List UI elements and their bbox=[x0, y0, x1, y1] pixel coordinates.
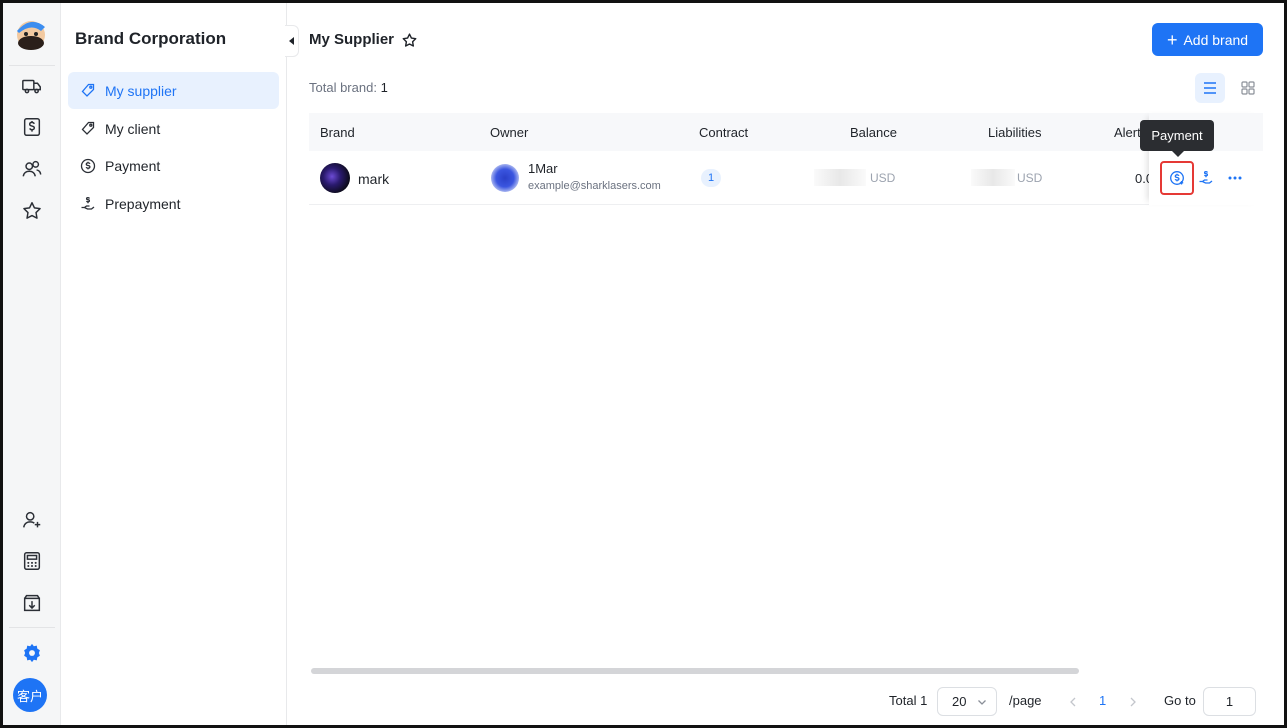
col-owner: Owner bbox=[490, 125, 529, 140]
balance-currency: USD bbox=[870, 171, 896, 185]
chevron-down-icon bbox=[978, 700, 986, 705]
horizontal-scrollbar[interactable] bbox=[311, 668, 1079, 674]
star-icon[interactable] bbox=[17, 196, 47, 226]
app-logo[interactable] bbox=[11, 13, 51, 53]
org-title: Brand Corporation bbox=[75, 29, 227, 48]
current-page[interactable]: 1 bbox=[1099, 693, 1106, 721]
nav-item-my-client[interactable]: My client bbox=[68, 110, 279, 147]
pagination-total: Total 1 bbox=[889, 693, 928, 708]
owner-avatar bbox=[491, 164, 519, 192]
total-brand-label: Total brand: bbox=[309, 80, 377, 95]
gear-icon[interactable] bbox=[17, 638, 47, 668]
nav-item-label: My supplier bbox=[105, 82, 177, 99]
grid-icon bbox=[1241, 81, 1255, 95]
owner-name: 1Mar bbox=[528, 161, 558, 176]
more-actions-button[interactable] bbox=[1222, 165, 1248, 191]
goto-page-input[interactable] bbox=[1203, 687, 1256, 716]
goto-label: Go to bbox=[1164, 693, 1196, 708]
brand-avatar bbox=[320, 163, 350, 193]
user-avatar[interactable]: 客户 bbox=[13, 678, 47, 712]
add-brand-button[interactable]: + Add brand bbox=[1152, 23, 1263, 56]
next-page-icon[interactable] bbox=[1128, 696, 1138, 708]
owner-email: example@sharklasers.com bbox=[528, 180, 661, 192]
main-content: My Supplier + Add brand Total brand: 1 B… bbox=[288, 3, 1284, 725]
page-title: My Supplier bbox=[309, 31, 395, 48]
nav-item-label: My client bbox=[105, 120, 161, 137]
calculator-icon[interactable] bbox=[17, 546, 47, 576]
hand-dollar-icon bbox=[1199, 171, 1213, 184]
col-alert: Alert bbox=[1114, 125, 1141, 140]
user-add-icon[interactable] bbox=[17, 505, 47, 535]
prepayment-action-button[interactable] bbox=[1193, 165, 1219, 191]
table-header: Brand Owner Contract Balance Liabilities… bbox=[309, 113, 1263, 151]
nav-item-payment[interactable]: Payment bbox=[68, 147, 279, 184]
nav-item-prepayment[interactable]: Prepayment bbox=[68, 185, 279, 222]
ellipsis-icon bbox=[1228, 176, 1242, 180]
col-contract: Contract bbox=[699, 125, 749, 140]
liabilities-currency: USD bbox=[1017, 171, 1043, 185]
prev-page-icon[interactable] bbox=[1068, 696, 1078, 708]
page-size-select[interactable]: 20 bbox=[937, 687, 997, 716]
nav-item-label: Prepayment bbox=[105, 195, 181, 212]
page-size-value: 20 bbox=[952, 694, 967, 709]
total-brand-count: Total brand: 1 bbox=[309, 80, 388, 95]
collapse-sidebar-button[interactable] bbox=[285, 25, 299, 57]
contract-count-badge[interactable]: 1 bbox=[701, 169, 721, 187]
payment-action-button[interactable] bbox=[1160, 161, 1194, 195]
truck-icon[interactable] bbox=[17, 71, 47, 101]
tag-icon bbox=[81, 121, 95, 135]
add-brand-label: Add brand bbox=[1183, 31, 1249, 48]
list-view-button[interactable] bbox=[1195, 73, 1225, 103]
table-row[interactable]: mark 1Mar example@sharklasers.com 1 USD … bbox=[309, 151, 1263, 205]
users-icon[interactable] bbox=[17, 154, 47, 184]
grid-view-button[interactable] bbox=[1233, 73, 1263, 103]
brand-table: Brand Owner Contract Balance Liabilities… bbox=[309, 113, 1263, 205]
dollar-card-icon[interactable] bbox=[17, 112, 47, 142]
dollar-circle-icon bbox=[1170, 171, 1184, 185]
brand-name[interactable]: mark bbox=[358, 171, 389, 187]
col-balance: Balance bbox=[850, 125, 897, 140]
alert-value: 0.0 bbox=[1135, 171, 1149, 186]
liabilities-value-redacted bbox=[971, 169, 1015, 186]
download-box-icon[interactable] bbox=[17, 588, 47, 618]
col-brand: Brand bbox=[320, 125, 355, 140]
nav-item-my-supplier[interactable]: My supplier bbox=[68, 72, 279, 109]
dollar-circle-icon bbox=[80, 158, 96, 173]
tag-icon bbox=[81, 83, 95, 97]
secondary-nav: Brand Corporation My supplier My client … bbox=[61, 3, 299, 725]
icon-rail: 客户 bbox=[3, 3, 61, 725]
favorite-star-icon[interactable] bbox=[401, 32, 418, 49]
per-page-label: /page bbox=[1009, 693, 1042, 708]
col-liabilities: Liabilities bbox=[988, 125, 1042, 140]
total-brand-value: 1 bbox=[380, 80, 388, 95]
payment-tooltip: Payment bbox=[1140, 120, 1214, 157]
plus-icon: + bbox=[1166, 29, 1178, 50]
hand-dollar-icon bbox=[81, 196, 95, 210]
balance-value-redacted bbox=[814, 169, 866, 186]
list-icon bbox=[1204, 82, 1216, 94]
caret-left-icon bbox=[288, 37, 294, 45]
nav-item-label: Payment bbox=[105, 157, 161, 174]
